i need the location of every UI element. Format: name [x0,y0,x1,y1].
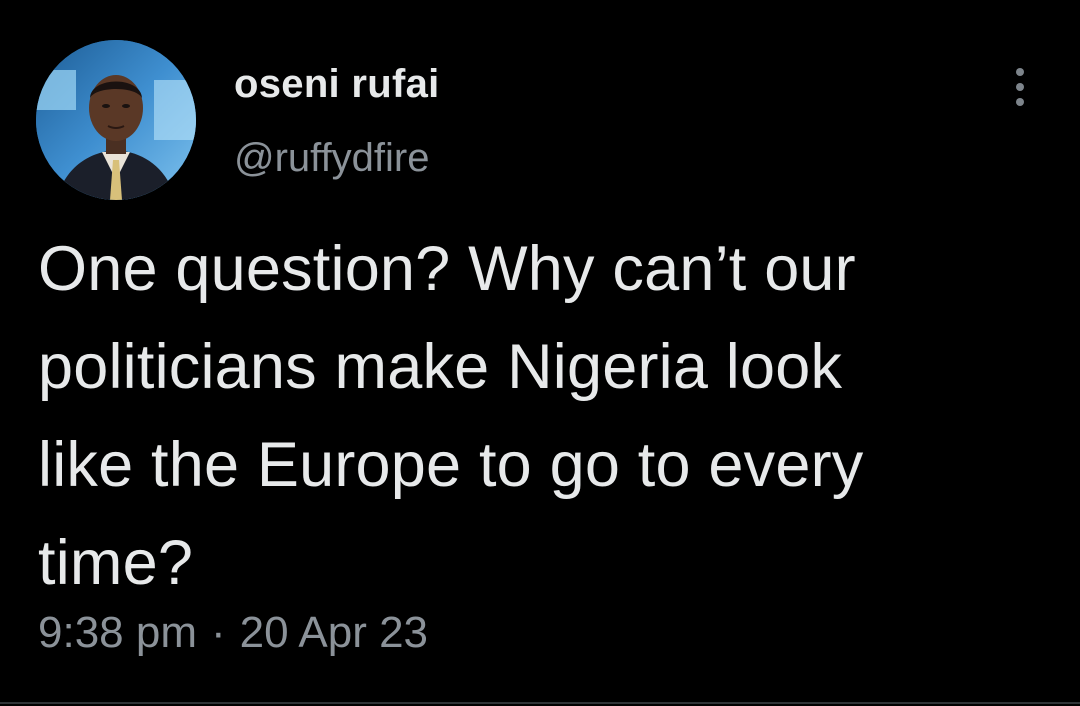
tweet-card: oseni rufai @ruffydfire One question? Wh… [0,0,1080,706]
more-vertical-icon-dot [1016,98,1024,106]
tweet-text-line: time? [38,528,194,598]
divider [0,702,1080,704]
more-options-button[interactable] [1000,62,1040,112]
tweet-time[interactable]: 9:38 pm [38,608,197,657]
tweet-text-line: like the Europe to go to every [38,430,864,500]
avatar-photo-icon [36,40,196,200]
tweet-text-line: One question? Why can’t our [38,234,856,304]
author-avatar[interactable] [36,40,196,200]
author-handle[interactable]: @ruffydfire [234,136,430,181]
tweet-text: One question? Why can’t our politicians … [38,220,1048,612]
tweet-text-line: politicians make Nigeria look [38,332,843,402]
timestamp-separator: · [210,608,226,657]
more-vertical-icon-dot [1016,83,1024,91]
tweet-date[interactable]: 20 Apr 23 [240,608,428,657]
author-display-name[interactable]: oseni rufai [234,62,440,107]
tweet-timestamp: 9:38 pm · 20 Apr 23 [38,608,428,658]
more-vertical-icon [1016,68,1024,76]
